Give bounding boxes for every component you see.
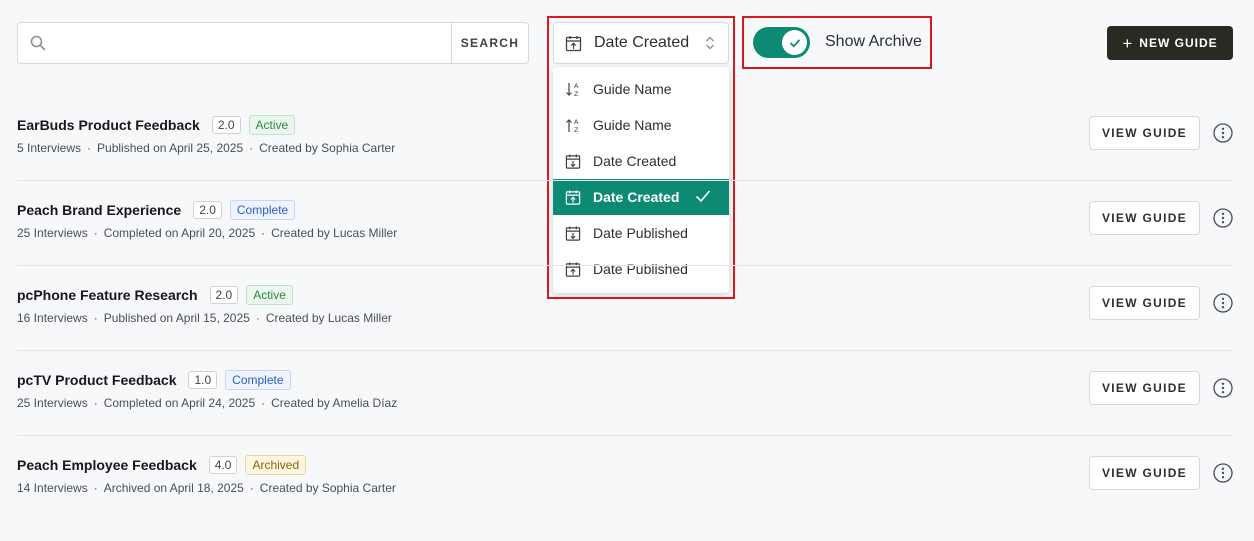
guide-creator: Created by Amelia Díaz <box>271 396 398 410</box>
search-button[interactable]: SEARCH <box>451 23 528 63</box>
plus-icon: + <box>1122 33 1134 53</box>
interview-count: 25 Interviews <box>17 396 88 410</box>
view-guide-button[interactable]: VIEW GUIDE <box>1089 371 1200 405</box>
more-options-icon[interactable] <box>1213 208 1233 228</box>
more-options-icon[interactable] <box>1213 378 1233 398</box>
interview-count: 25 Interviews <box>17 226 88 240</box>
new-guide-label: NEW GUIDE <box>1139 36 1218 50</box>
interview-count: 16 Interviews <box>17 311 88 325</box>
guide-row: Peach Employee Feedback 4.0 Archived 14 … <box>17 436 1233 521</box>
version-badge: 4.0 <box>208 456 238 474</box>
version-badge: 2.0 <box>211 116 241 134</box>
more-options-icon[interactable] <box>1213 293 1233 313</box>
guide-date: Published on April 25, 2025 <box>97 141 244 155</box>
show-archive-label: Show Archive <box>825 33 922 50</box>
guide-creator: Created by Sophia Carter <box>259 481 396 495</box>
status-badge: Active <box>248 115 296 135</box>
chevron-updown-icon <box>706 36 714 50</box>
sort-alpha-down-icon: AZ <box>566 82 579 98</box>
guide-date: Published on April 15, 2025 <box>103 311 250 325</box>
check-icon <box>789 38 800 47</box>
version-badge: 1.0 <box>188 371 218 389</box>
guide-creator: Created by Sophia Carter <box>259 141 396 155</box>
guide-date: Completed on April 24, 2025 <box>103 396 256 410</box>
search-box: SEARCH <box>17 22 529 64</box>
guide-date: Completed on April 20, 2025 <box>103 226 256 240</box>
show-archive-toggle[interactable] <box>753 27 810 58</box>
guide-row: EarBuds Product Feedback 2.0 Active 5 In… <box>17 96 1233 181</box>
guide-row: Peach Brand Experience 2.0 Complete 25 I… <box>17 181 1233 266</box>
guide-title: EarBuds Product Feedback <box>17 117 200 133</box>
guide-date: Archived on April 18, 2025 <box>103 481 244 495</box>
version-badge: 2.0 <box>209 286 239 304</box>
search-input[interactable] <box>18 23 451 63</box>
svg-text:A: A <box>574 82 579 90</box>
more-options-icon[interactable] <box>1213 123 1233 143</box>
status-badge: Active <box>246 285 293 305</box>
new-guide-button[interactable]: + NEW GUIDE <box>1107 26 1233 60</box>
view-guide-button[interactable]: VIEW GUIDE <box>1089 456 1200 490</box>
sort-select[interactable]: Date Created <box>553 22 729 64</box>
sort-option-label: Guide Name <box>593 81 672 97</box>
guide-title: pcTV Product Feedback <box>17 372 177 388</box>
toggle-knob <box>782 30 807 55</box>
version-badge: 2.0 <box>193 201 222 219</box>
status-badge: Archived <box>245 455 307 475</box>
guide-title: Peach Employee Feedback <box>17 457 197 473</box>
view-guide-button[interactable]: VIEW GUIDE <box>1089 286 1200 320</box>
guide-title: pcPhone Feature Research <box>17 287 198 303</box>
view-guide-button[interactable]: VIEW GUIDE <box>1089 201 1200 235</box>
guide-row: pcTV Product Feedback 1.0 Complete 25 In… <box>17 351 1233 436</box>
guide-creator: Created by Lucas Miller <box>271 226 398 240</box>
view-guide-button[interactable]: VIEW GUIDE <box>1089 116 1200 150</box>
interview-count: 5 Interviews <box>17 141 82 155</box>
status-badge: Complete <box>225 370 291 390</box>
status-badge: Complete <box>229 200 296 220</box>
guide-creator: Created by Lucas Miller <box>265 311 392 325</box>
search-icon <box>30 35 46 51</box>
guide-title: Peach Brand Experience <box>17 202 182 218</box>
guide-row: pcPhone Feature Research 2.0 Active 16 I… <box>17 266 1233 351</box>
sort-select-label: Date Created <box>594 34 690 51</box>
interview-count: 14 Interviews <box>17 481 88 495</box>
calendar-up-icon <box>565 35 582 51</box>
more-options-icon[interactable] <box>1213 463 1233 483</box>
